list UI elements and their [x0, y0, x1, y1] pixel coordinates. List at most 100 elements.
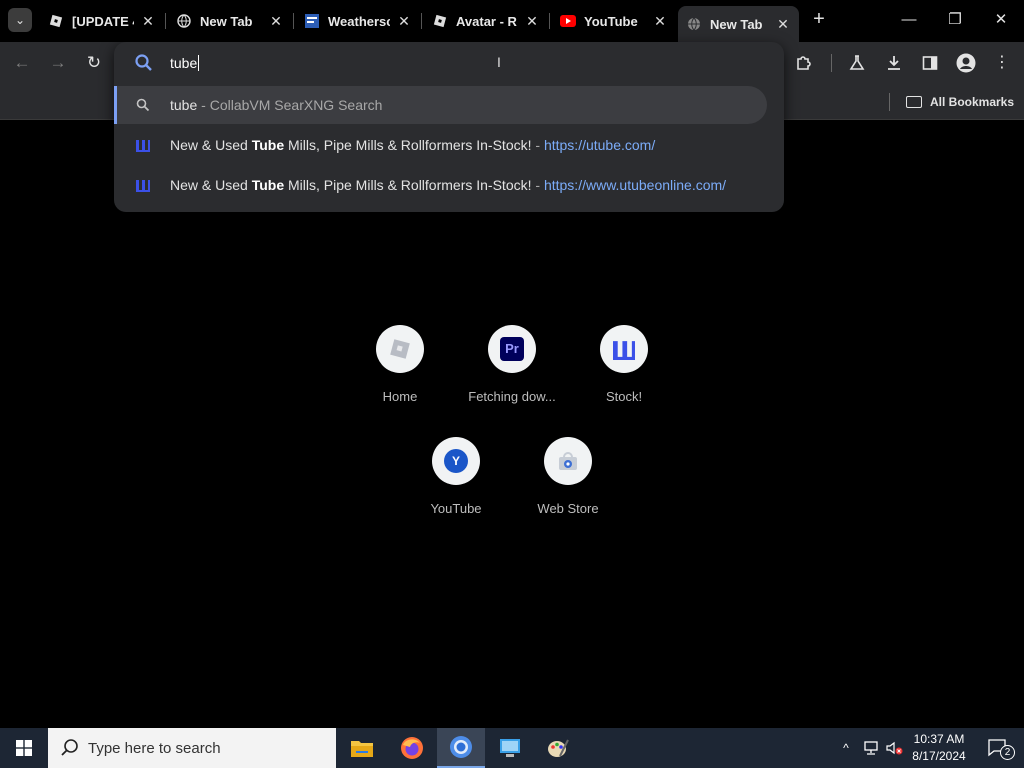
paint-app-button[interactable] — [534, 728, 582, 768]
tab-5[interactable]: YouTube ✕ — [552, 6, 676, 36]
notification-count: 2 — [1000, 745, 1015, 760]
minimize-button[interactable]: — — [886, 8, 932, 32]
tab-title: New Tab — [710, 16, 763, 32]
volume-button[interactable] — [884, 728, 906, 768]
search-icon — [135, 54, 152, 71]
globe-icon — [176, 13, 192, 29]
suggestion-source: CollabVM SearXNG Search — [209, 97, 383, 113]
close-icon[interactable]: ✕ — [775, 16, 791, 33]
windows-logo-icon — [16, 740, 32, 756]
network-button[interactable] — [860, 728, 882, 768]
browser-window: ⌄ [UPDATE 4 ✕ New Tab ✕ Weathersc ✕ Avat… — [0, 0, 1024, 768]
taskbar-search[interactable] — [48, 728, 336, 768]
minimize-icon: — — [901, 11, 917, 28]
utube-logo-icon — [600, 325, 648, 373]
utube-logo-icon — [134, 176, 152, 194]
utube-logo-icon — [134, 136, 152, 154]
taskbar: ^ 10:37 AM 8/17/2024 2 — [0, 728, 1024, 768]
tab-title: New Tab — [200, 13, 253, 29]
labs-button[interactable] — [845, 51, 869, 75]
shortcut-stock[interactable]: Stock! — [568, 325, 680, 425]
file-explorer-button[interactable] — [338, 728, 386, 768]
forward-button[interactable]: → — [46, 51, 70, 75]
extensions-button[interactable] — [792, 51, 816, 75]
close-icon[interactable]: ✕ — [396, 13, 412, 30]
volume-muted-icon — [886, 741, 903, 755]
show-hidden-icons-button[interactable]: ^ — [836, 728, 856, 768]
shortcut-web-store[interactable]: Web Store — [512, 437, 624, 537]
back-button[interactable]: ← — [10, 51, 34, 75]
globe-icon — [686, 16, 702, 32]
chevron-up-icon: ^ — [843, 741, 849, 755]
new-tab-button[interactable]: + — [808, 9, 830, 31]
suggestion-utubeonline[interactable]: New & Used Tube Mills, Pipe Mills & Roll… — [114, 166, 784, 204]
restore-button[interactable]: ❐ — [932, 8, 978, 32]
shortcut-label: Fetching dow... — [468, 389, 556, 404]
desktop-app-button[interactable] — [486, 728, 534, 768]
youtube-icon — [560, 13, 576, 29]
roblox-icon — [376, 325, 424, 373]
suggestion-url: https://utube.com/ — [543, 137, 656, 153]
suggestion-query: tube — [170, 97, 198, 113]
shortcut-fetching[interactable]: Pr Fetching dow... — [456, 325, 568, 425]
chevron-down-icon: ⌄ — [14, 13, 26, 27]
ibeam-cursor-icon: I — [497, 54, 501, 70]
premiere-pro-icon: Pr — [488, 325, 536, 373]
clock-time: 10:37 AM — [913, 732, 965, 746]
shortcut-label: Home — [382, 389, 418, 404]
tab-1[interactable]: [UPDATE 4 ✕ — [40, 6, 164, 36]
shortcut-home[interactable]: Home — [344, 325, 456, 425]
puzzle-icon — [797, 56, 811, 70]
tab-search-button[interactable]: ⌄ — [8, 8, 32, 32]
firefox-icon — [401, 737, 423, 759]
paint-palette-icon — [548, 739, 569, 757]
omnibox-dropdown: I tube - CollabVM SearXNG Search New & U… — [114, 42, 784, 212]
start-button[interactable] — [0, 728, 48, 768]
side-panel-button[interactable] — [918, 51, 942, 75]
shortcut-label: YouTube — [430, 501, 482, 516]
close-icon: ✕ — [994, 11, 1008, 28]
monitor-icon — [500, 739, 520, 757]
firefox-button[interactable] — [388, 728, 436, 768]
flask-icon — [849, 55, 865, 70]
tab-2[interactable]: New Tab ✕ — [168, 6, 292, 36]
reload-icon: ↻ — [86, 53, 102, 72]
menu-button[interactable]: ⋮ — [990, 51, 1014, 75]
kebab-menu-icon: ⋮ — [994, 54, 1010, 71]
omnibox-input[interactable] — [170, 53, 730, 73]
weather-channel-icon — [304, 13, 320, 29]
profile-button[interactable] — [954, 51, 978, 75]
plus-icon: + — [813, 8, 825, 30]
chrome-icon — [450, 736, 472, 758]
all-bookmarks-button[interactable]: All Bookmarks — [906, 92, 1014, 112]
taskbar-search-input[interactable] — [88, 739, 328, 757]
arrow-right-icon: → — [49, 53, 67, 72]
suggestion-url: https://www.utubeonline.com/ — [543, 177, 727, 193]
suggestion-search[interactable]: tube - CollabVM SearXNG Search — [114, 86, 784, 124]
tab-title: Avatar - R — [456, 13, 517, 29]
tab-6-active[interactable]: New Tab ✕ — [678, 6, 799, 42]
chrome-button[interactable] — [437, 728, 485, 768]
search-icon — [134, 96, 152, 114]
clock[interactable]: 10:37 AM 8/17/2024 — [904, 731, 974, 765]
close-icon[interactable]: ✕ — [268, 13, 284, 30]
close-icon[interactable]: ✕ — [140, 13, 156, 30]
tab-3[interactable]: Weathersc ✕ — [296, 6, 420, 36]
folder-icon — [906, 96, 922, 108]
action-center-button[interactable]: 2 — [978, 728, 1018, 768]
tab-title: Weathersc — [328, 13, 390, 29]
close-icon[interactable]: ✕ — [524, 13, 540, 30]
suggestion-utube[interactable]: New & Used Tube Mills, Pipe Mills & Roll… — [114, 126, 784, 164]
tab-4[interactable]: Avatar - R ✕ — [424, 6, 548, 36]
text-caret — [198, 55, 199, 71]
shortcut-youtube[interactable]: Y YouTube — [400, 437, 512, 537]
tab-title: [UPDATE 4 — [72, 13, 134, 29]
tab-strip: ⌄ [UPDATE 4 ✕ New Tab ✕ Weathersc ✕ Avat… — [0, 0, 1024, 42]
restore-icon: ❐ — [948, 11, 962, 28]
reload-button[interactable]: ↻ — [82, 51, 106, 75]
close-icon[interactable]: ✕ — [652, 13, 668, 30]
roblox-icon — [48, 13, 64, 29]
downloads-button[interactable] — [882, 51, 906, 75]
close-window-button[interactable]: ✕ — [978, 8, 1024, 32]
download-icon — [888, 56, 900, 70]
